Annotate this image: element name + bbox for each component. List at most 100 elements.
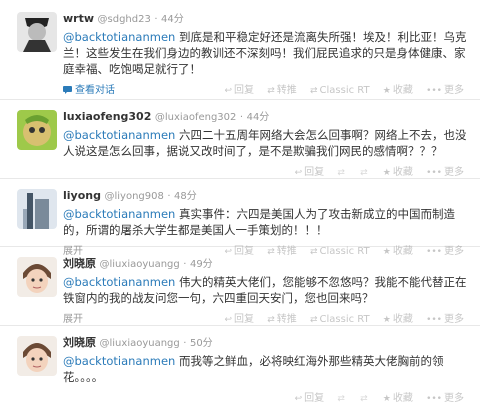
mention-link[interactable]: @backtotiananmen — [63, 354, 175, 368]
tweet-header: 刘晓原 @liuxiaoyuangg · 49分 — [63, 257, 472, 272]
retweet-button[interactable]: ⇄ — [337, 167, 347, 178]
reply-icon: ↩ — [224, 315, 233, 325]
tweet-header: liyong @liyong908 · 48分 — [63, 189, 472, 204]
more-button[interactable]: ••• 更多 — [426, 310, 464, 325]
tweet-actions: ↩ 回复 ⇄ ⇄ ★ 收藏 ••• 更多 — [63, 163, 472, 179]
tweet-actions: ↩ 回复 ⇄ ⇄ ★ 收藏 ••• 更多 — [63, 389, 472, 405]
tweet-item[interactable]: 刘晓原 @liuxiaoyuangg · 50分 @backtotiananme… — [0, 326, 480, 413]
view-conversation-link[interactable]: 查看对话 — [63, 81, 115, 96]
more-icon: ••• — [426, 86, 442, 96]
more-button[interactable]: ••• 更多 — [426, 163, 464, 178]
tweet-timeline: wrtw @sdghd23 · 44分 @backtotiananmen 到底是… — [0, 0, 480, 413]
avatar[interactable] — [17, 110, 57, 150]
tweet-ops: ↩ 回复 ⇄ 转推 ⇄ Classic RT ★ 收藏 ••• 更多 — [215, 310, 465, 325]
timestamp[interactable]: 44分 — [161, 14, 184, 25]
more-label: 更多 — [444, 393, 464, 404]
reply-button[interactable]: ↩ 回复 — [295, 389, 325, 404]
more-icon: ••• — [426, 168, 442, 178]
tweet-item[interactable]: luxiaofeng302 @luxiaofeng302 · 44分 @back… — [0, 100, 480, 179]
timestamp[interactable]: 48分 — [174, 191, 197, 202]
favorite-label: 收藏 — [392, 85, 413, 96]
favorite-button[interactable]: ★ 收藏 — [383, 310, 413, 325]
reply-icon: ↩ — [224, 86, 233, 96]
reply-button[interactable]: ↩ 回复 — [225, 81, 255, 96]
star-icon: ★ — [382, 86, 391, 96]
retweet-icon: ⇄ — [267, 315, 275, 325]
favorite-label: 收藏 — [392, 167, 413, 178]
user-name[interactable]: luxiaofeng302 — [63, 110, 151, 123]
expand-link[interactable]: 展开 — [63, 310, 83, 325]
tweet-text: @backtotiananmen 伟大的精英大佬们，您能够不忽悠吗？我能不能代替… — [63, 274, 472, 306]
more-label: 更多 — [444, 314, 464, 325]
avatar[interactable] — [17, 257, 57, 297]
user-name[interactable]: 刘晓原 — [63, 257, 96, 270]
avatar[interactable] — [17, 189, 57, 229]
star-icon: ★ — [382, 394, 391, 404]
mention-link[interactable]: @backtotiananmen — [63, 30, 175, 44]
more-button[interactable]: ••• 更多 — [426, 389, 464, 404]
reply-label: 回复 — [304, 393, 325, 404]
timestamp[interactable]: 50分 — [190, 338, 213, 349]
mention-link[interactable]: @backtotiananmen — [63, 207, 175, 221]
user-name[interactable]: 刘晓原 — [63, 336, 96, 349]
separator: · — [239, 112, 244, 123]
tweet-item[interactable]: 刘晓原 @liuxiaoyuangg · 49分 @backtotiananme… — [0, 247, 480, 326]
timestamp[interactable]: 44分 — [247, 112, 270, 123]
retweet-label: 转推 — [276, 314, 297, 325]
favorite-button[interactable]: ★ 收藏 — [383, 389, 413, 404]
retweet-icon: ⇄ — [337, 394, 345, 404]
classic-rt-label: Classic RT — [319, 314, 370, 325]
more-icon: ••• — [426, 394, 442, 404]
reply-button[interactable]: ↩ 回复 — [295, 163, 325, 178]
favorite-button[interactable]: ★ 收藏 — [383, 81, 413, 96]
separator: · — [183, 259, 187, 270]
user-name[interactable]: liyong — [63, 189, 101, 202]
tweet-header: wrtw @sdghd23 · 44分 — [63, 12, 472, 27]
star-icon: ★ — [382, 315, 391, 325]
user-handle[interactable]: @sdghd23 — [98, 14, 151, 25]
tweet-ops: ↩ 回复 ⇄ ⇄ ★ 收藏 ••• 更多 — [285, 163, 464, 178]
favorite-label: 收藏 — [392, 314, 413, 325]
user-handle[interactable]: @liuxiaoyuangg — [100, 338, 180, 349]
retweet-icon: ⇄ — [267, 86, 275, 96]
more-icon: ••• — [426, 315, 442, 325]
view-conversation-label: 查看对话 — [75, 85, 115, 96]
reply-label: 回复 — [234, 314, 255, 325]
user-handle[interactable]: @liyong908 — [104, 191, 163, 202]
star-icon: ★ — [382, 168, 391, 178]
reply-label: 回复 — [234, 85, 255, 96]
tweet-text: @backtotiananmen 六四二十五周年网络大会怎么回事啊？网络上不去，… — [63, 127, 472, 159]
classic-rt-button[interactable]: ⇄ — [360, 167, 370, 178]
retweet-button[interactable]: ⇄ 转推 — [267, 310, 297, 325]
user-handle[interactable]: @liuxiaoyuangg — [100, 259, 180, 270]
reply-icon: ↩ — [294, 168, 303, 178]
reply-label: 回复 — [304, 167, 325, 178]
separator: · — [167, 191, 171, 202]
classic-rt-button[interactable]: ⇄ Classic RT — [310, 314, 370, 325]
favorite-button[interactable]: ★ 收藏 — [383, 163, 413, 178]
classic-rt-button[interactable]: ⇄ — [360, 393, 370, 404]
tweet-item[interactable]: liyong @liyong908 · 48分 @backtotiananmen… — [0, 179, 480, 257]
avatar[interactable] — [17, 12, 57, 52]
user-name[interactable]: wrtw — [63, 12, 94, 25]
tweet-ops: ↩ 回复 ⇄ 转推 ⇄ Classic RT ★ 收藏 ••• 更多 — [215, 81, 465, 96]
retweet-button[interactable]: ⇄ 转推 — [267, 81, 297, 96]
classic-rt-icon: ⇄ — [360, 168, 368, 178]
retweet-button[interactable]: ⇄ — [337, 393, 347, 404]
more-label: 更多 — [444, 85, 464, 96]
tweet-ops: ↩ 回复 ⇄ ⇄ ★ 收藏 ••• 更多 — [285, 389, 464, 404]
timestamp[interactable]: 49分 — [190, 259, 213, 270]
mention-link[interactable]: @backtotiananmen — [63, 128, 175, 142]
classic-rt-icon: ⇄ — [309, 315, 318, 325]
reply-button[interactable]: ↩ 回复 — [225, 310, 255, 325]
classic-rt-button[interactable]: ⇄ Classic RT — [310, 85, 370, 96]
separator: · — [154, 14, 158, 25]
tweet-item[interactable]: wrtw @sdghd23 · 44分 @backtotiananmen 到底是… — [0, 0, 480, 100]
more-button[interactable]: ••• 更多 — [426, 81, 464, 96]
conversation-icon — [63, 86, 72, 94]
mention-link[interactable]: @backtotiananmen — [63, 275, 175, 289]
retweet-icon: ⇄ — [337, 168, 345, 178]
classic-rt-icon: ⇄ — [309, 86, 318, 96]
user-handle[interactable]: @luxiaofeng302 — [155, 112, 237, 123]
avatar[interactable] — [17, 336, 57, 376]
